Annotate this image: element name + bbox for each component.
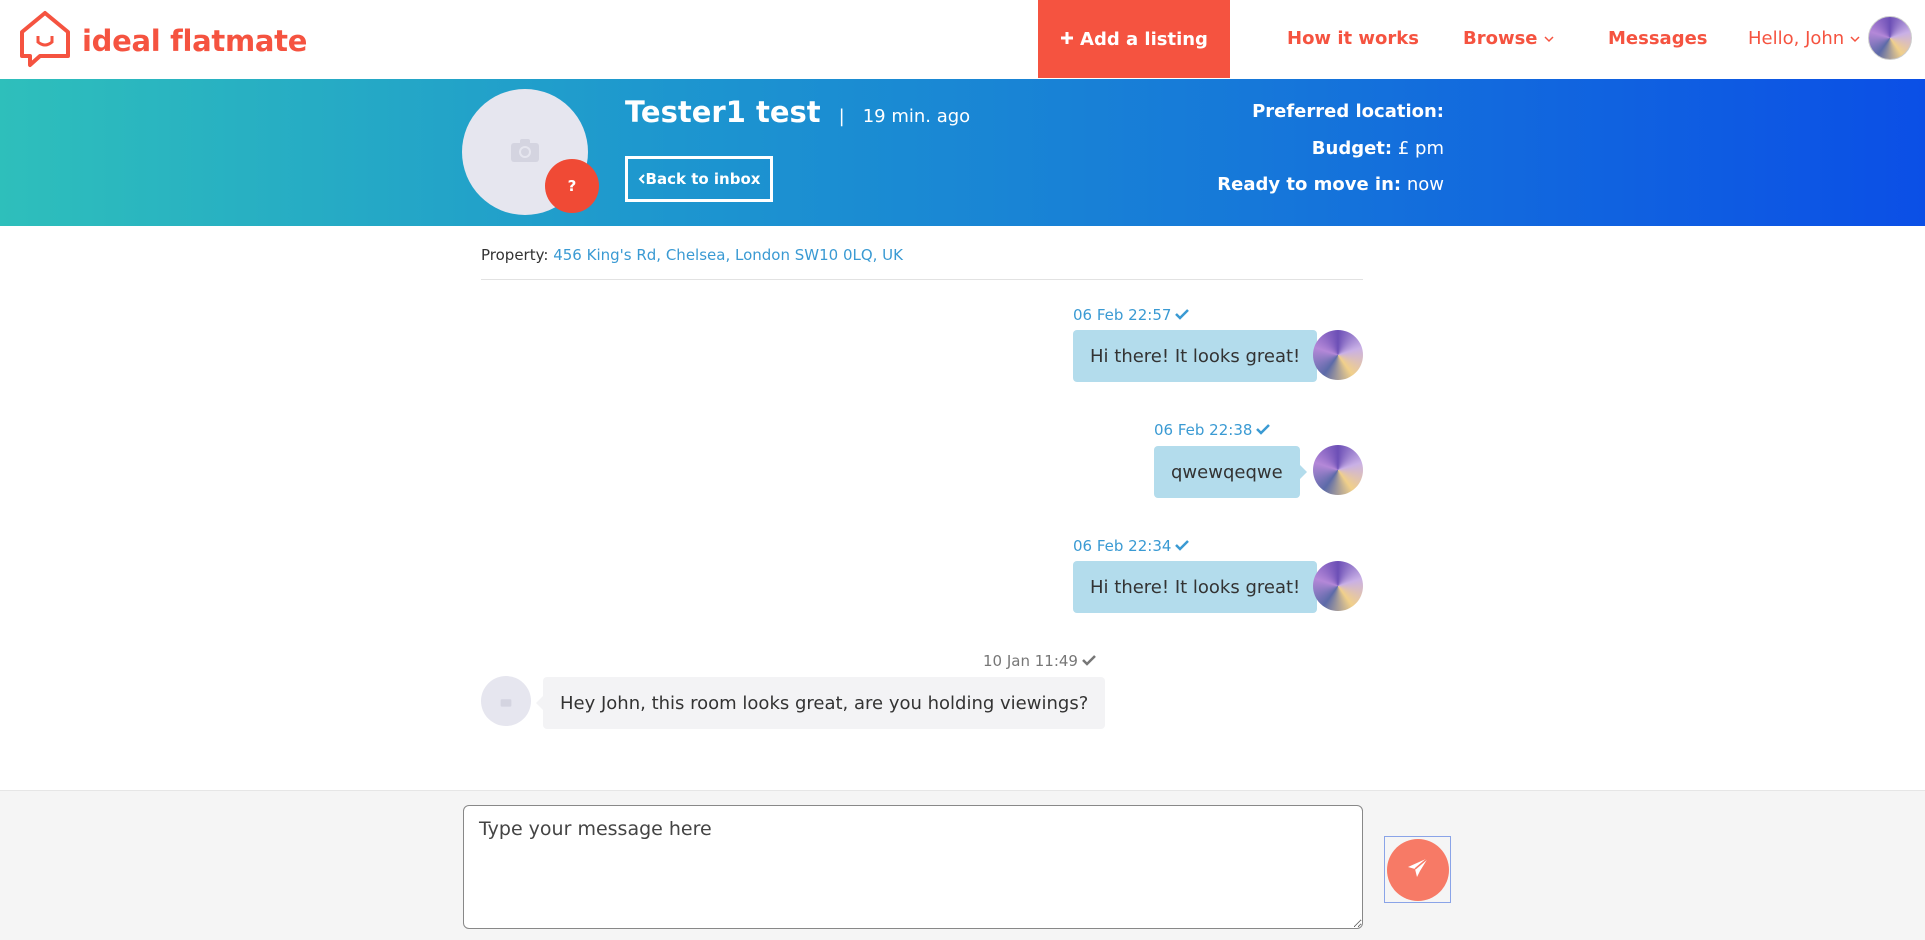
move-in-label: Ready to move in: [1217,174,1402,195]
message-timestamp: 10 Jan 11:49 [983,652,1096,670]
contact-name: Tester1 test [625,95,821,129]
message-input[interactable] [463,805,1363,929]
logo-text: ideal flatmate [82,24,308,58]
nav-browse-dropdown[interactable]: Browse [1463,0,1554,76]
message-time-text: 06 Feb 22:57 [1073,306,1172,324]
sender-avatar [1313,330,1363,380]
send-button[interactable] [1386,838,1449,901]
chevron-left-icon [638,170,646,188]
check-icon [1175,306,1190,324]
nav-browse-label: Browse [1463,27,1538,49]
top-navbar: ideal flatmate Add a listing How it work… [0,0,1925,79]
message-timestamp: 06 Feb 22:34 [1073,537,1190,555]
camera-icon [500,692,512,711]
divider [481,279,1363,280]
message-composer [0,790,1925,940]
message-bubble-received: Hey John, this room looks great, are you… [535,677,1106,729]
unknown-status-badge: ? [545,159,599,213]
last-seen: 19 min. ago [862,106,971,127]
sender-avatar [1313,561,1363,611]
budget-value: £ pm [1397,138,1444,159]
contact-avatar-small [481,676,531,726]
message-text: Hey John, this room looks great, are you… [560,692,1089,714]
property-address-link[interactable]: 456 King's Rd, Chelsea, London SW10 0LQ,… [553,246,903,264]
add-listing-label: Add a listing [1080,28,1208,50]
message-time-text: 06 Feb 22:38 [1154,421,1253,439]
logo-icon [18,10,72,72]
send-button-focus-ring [1384,836,1451,903]
user-menu[interactable]: Hello, John [1748,0,1913,76]
user-greeting: Hello, John [1748,27,1845,49]
check-icon [1175,537,1190,555]
budget: Budget: £ pm [1312,138,1444,159]
back-to-inbox-label: Back to inbox [645,170,761,188]
message-timestamp: 06 Feb 22:57 [1073,306,1190,324]
nav-how-it-works[interactable]: How it works [1287,0,1419,76]
message-time-text: 06 Feb 22:34 [1073,537,1172,555]
message-timestamp: 06 Feb 22:38 [1154,421,1271,439]
sender-avatar [1313,445,1363,495]
nav-messages[interactable]: Messages [1608,0,1708,76]
chevron-down-icon [1850,28,1860,49]
nav-messages-label: Messages [1608,27,1708,49]
add-listing-button[interactable]: Add a listing [1038,0,1230,78]
message-bubble-sent: qwewqeqwe [1154,446,1307,498]
chevron-down-icon [1543,28,1554,49]
budget-label: Budget: [1311,138,1393,159]
plus-icon [1060,29,1074,50]
conversation-header: ? Tester1 test | 19 min. ago Back to inb… [0,79,1925,226]
nav-how-it-works-label: How it works [1287,27,1419,49]
user-avatar [1868,16,1913,60]
message-time-text: 10 Jan 11:49 [983,652,1078,670]
message-bubble-sent: Hi there! It looks great! [1073,330,1325,382]
check-icon [1256,421,1271,439]
message-text: qwewqeqwe [1171,461,1283,483]
message-text: Hi there! It looks great! [1090,576,1301,598]
check-icon [1082,652,1096,670]
preferred-location: Preferred location: [1252,101,1444,122]
back-to-inbox-button[interactable]: Back to inbox [625,156,773,202]
move-in: Ready to move in: now [1217,174,1444,195]
camera-icon [510,137,540,167]
preferred-location-label: Preferred location: [1252,101,1444,122]
property-line: Property: 456 King's Rd, Chelsea, London… [481,246,903,264]
paper-plane-icon [1406,856,1430,884]
contact-name-row: Tester1 test | 19 min. ago [625,95,970,129]
move-in-value: now [1406,174,1444,195]
property-label: Property: [481,246,549,264]
message-bubble-sent: Hi there! It looks great! [1073,561,1325,613]
logo[interactable]: ideal flatmate [18,10,308,72]
message-text: Hi there! It looks great! [1090,345,1301,367]
name-separator: | [838,106,845,127]
